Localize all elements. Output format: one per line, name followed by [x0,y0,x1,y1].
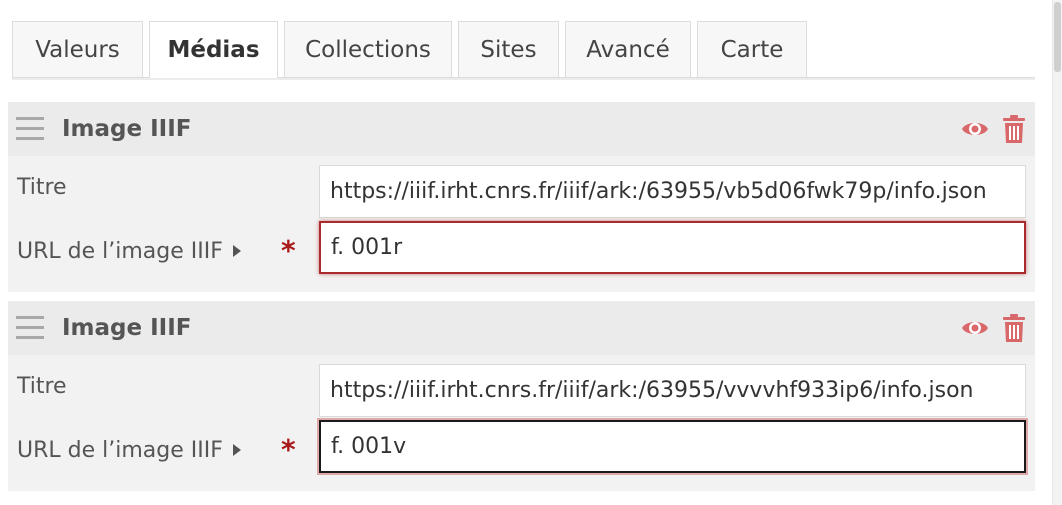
media-header: Image IIIF [8,301,1035,355]
tab-collections[interactable]: Collections [284,21,452,77]
media-header: Image IIIF [8,102,1035,156]
title-label: Titre [17,374,67,399]
title-field-row: Titre [8,355,1035,419]
required-asterisk: * [281,234,296,267]
required-asterisk: * [281,433,296,466]
media-block-2: Image IIIF Titre URL de l’image IIIF [8,301,1035,491]
page-scrollbar[interactable] [1052,0,1062,505]
drag-handle-icon[interactable] [16,117,44,141]
caret-right-icon[interactable] [232,443,242,457]
caret-right-icon[interactable] [232,244,242,258]
eye-icon[interactable] [961,118,989,140]
url-label: URL de l’image IIIF [17,239,223,264]
drag-handle-icon[interactable] [16,316,44,340]
eye-icon[interactable] [961,317,989,339]
tab-avance[interactable]: Avancé [565,21,691,77]
title-input[interactable] [319,165,1026,218]
title-field-row: Titre [8,156,1035,220]
media-title: Image IIIF [62,116,192,142]
iiif-url-input[interactable] [319,221,1026,274]
item-edit-panel: Valeurs Médias Collections Sites Avancé … [0,0,1062,505]
media-title: Image IIIF [62,315,192,341]
tab-sites[interactable]: Sites [458,21,559,77]
media-block-1: Image IIIF Titre URL de l’image IIIF [8,102,1035,292]
trash-icon[interactable] [1003,314,1025,342]
section-tabs: Valeurs Médias Collections Sites Avancé … [12,21,1035,78]
scrollbar-thumb[interactable] [1054,2,1061,72]
iiif-url-input[interactable] [319,420,1026,473]
title-label: Titre [17,175,67,200]
tab-carte[interactable]: Carte [697,21,807,77]
url-field-row: URL de l’image IIIF * [8,220,1035,284]
url-field-row: URL de l’image IIIF * [8,419,1035,483]
tab-valeurs[interactable]: Valeurs [12,21,143,77]
tab-divider [12,78,1035,80]
tab-medias[interactable]: Médias [149,21,278,78]
url-label: URL de l’image IIIF [17,438,223,463]
trash-icon[interactable] [1003,115,1025,143]
title-input[interactable] [319,364,1026,417]
